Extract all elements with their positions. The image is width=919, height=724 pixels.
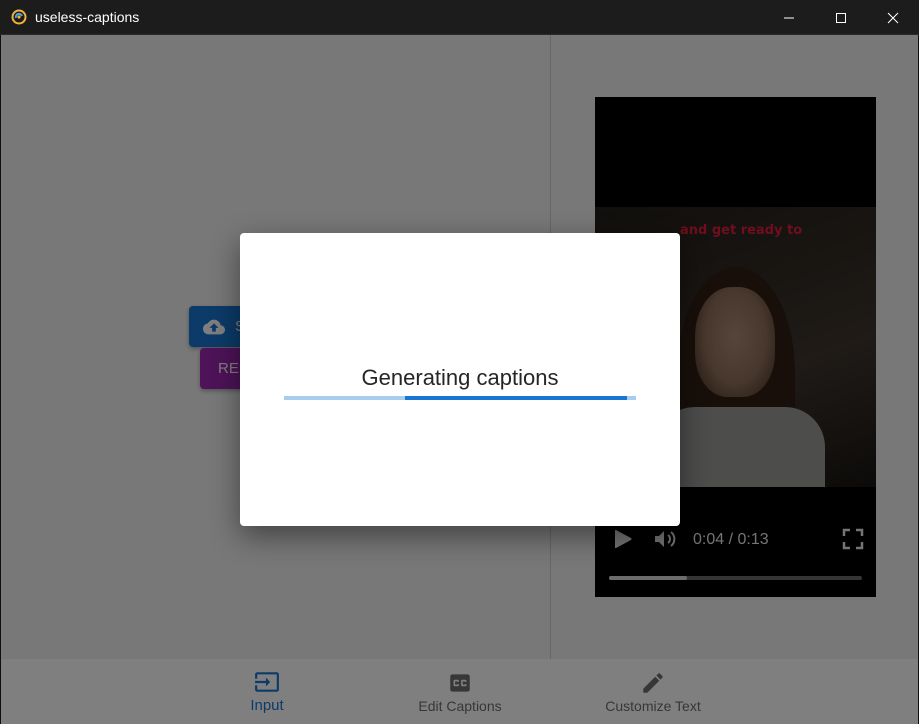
progress-bar-indeterminate bbox=[405, 396, 627, 400]
window-title: useless-captions bbox=[35, 9, 140, 25]
progress-track bbox=[284, 396, 636, 400]
minimize-icon bbox=[784, 17, 794, 18]
window-controls bbox=[763, 0, 919, 35]
generating-dialog: Generating captions bbox=[240, 233, 680, 526]
dialog-title: Generating captions bbox=[361, 365, 559, 390]
close-icon bbox=[887, 12, 899, 23]
title-bar: useless-captions bbox=[0, 0, 919, 35]
minimize-button[interactable] bbox=[763, 0, 815, 35]
app-logo-icon bbox=[11, 9, 27, 25]
close-button[interactable] bbox=[867, 0, 919, 35]
maximize-button[interactable] bbox=[815, 0, 867, 35]
maximize-icon bbox=[836, 12, 846, 23]
